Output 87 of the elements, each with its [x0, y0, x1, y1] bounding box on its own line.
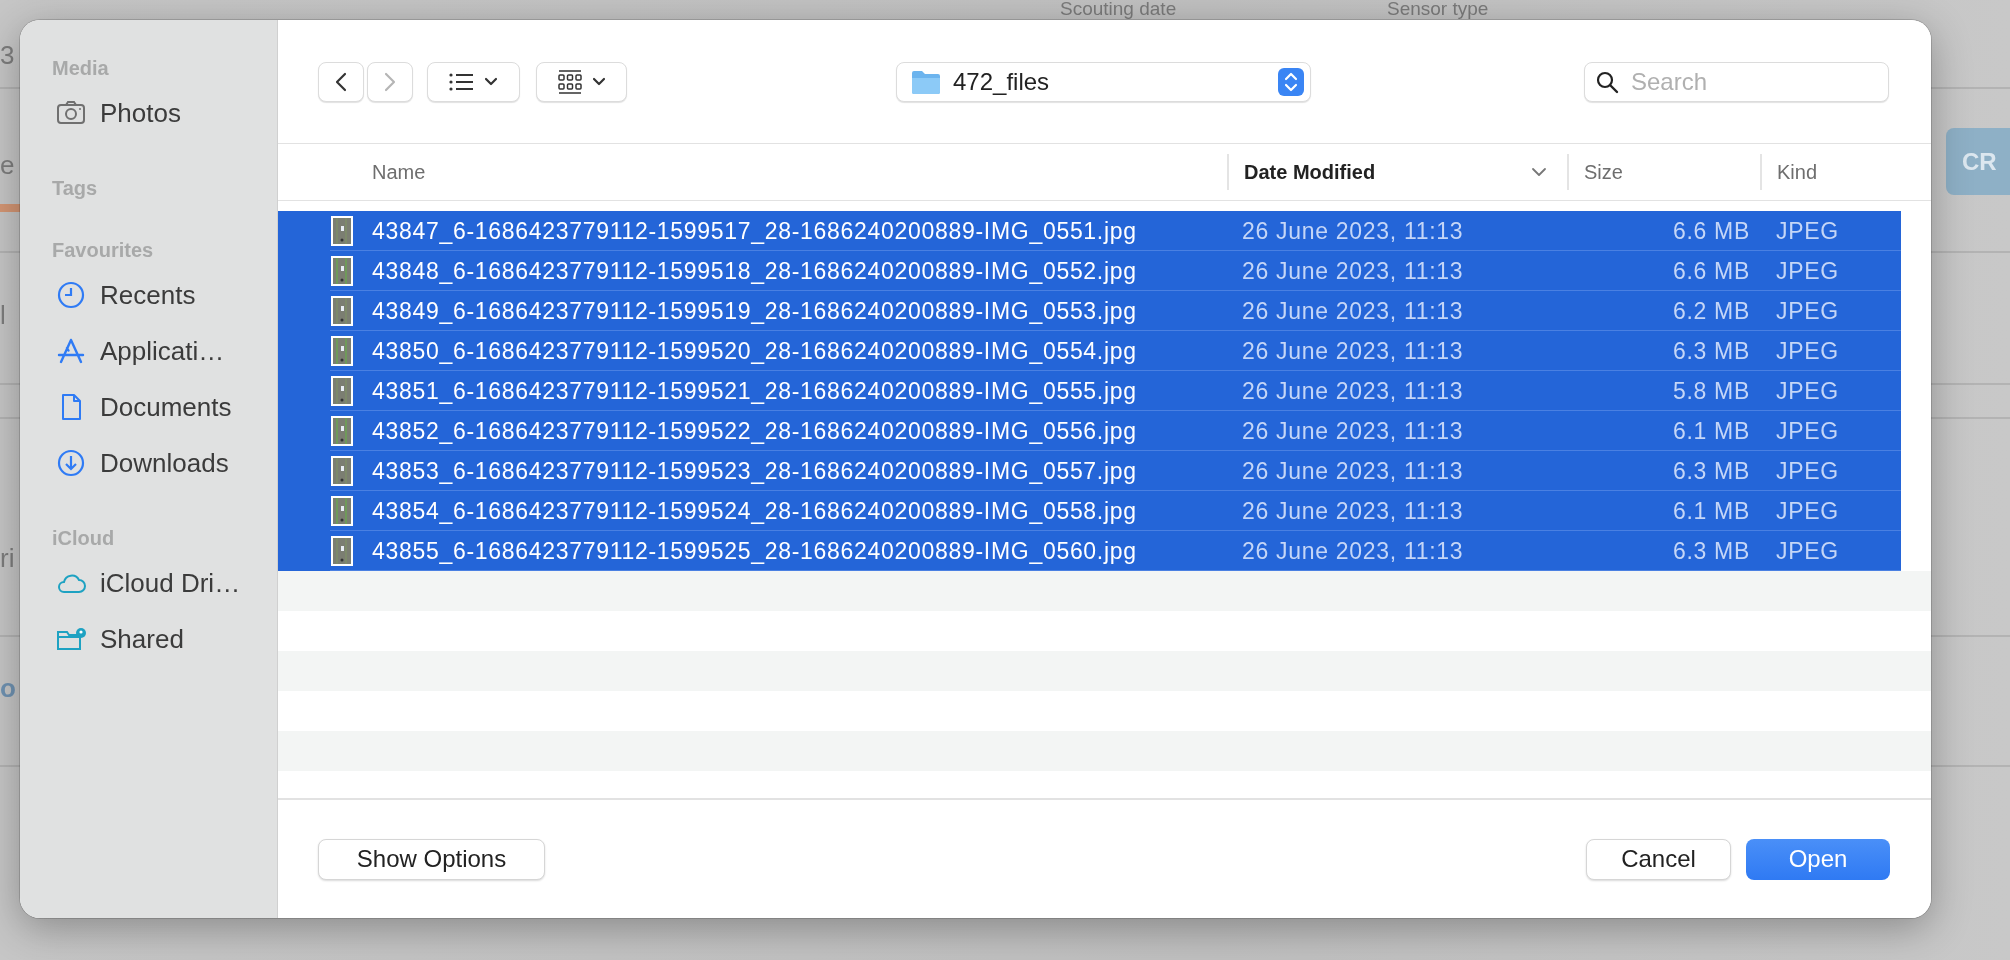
file-kind: JPEG [1775, 537, 1840, 565]
section-heading: Media [52, 56, 110, 81]
date-modified: 26 June 2023, 11:13 [1241, 537, 1465, 565]
file-kind: JPEG [1775, 297, 1840, 325]
sidebar-item[interactable]: Recents [20, 267, 277, 323]
section-heading: iCloud [52, 526, 116, 551]
column-header[interactable]: Name [372, 154, 1227, 190]
file-kind: JPEG [1775, 377, 1840, 405]
file-kind: JPEG [1775, 497, 1840, 525]
file-name: 43847_6-1686423779112-1599517_28-1686240200889-IMG_0551.jpg [372, 217, 1138, 245]
file-size: 6.3 MB [1671, 457, 1751, 485]
clock-icon [56, 280, 86, 310]
column-header[interactable]: Kind [1760, 154, 1901, 190]
cancel-button[interactable]: Cancel [1586, 838, 1731, 880]
file-row[interactable]: 43851_6-1686423779112-1599521_28-1686240200889-IMG_0555.jpg 26 June 2023, 11:13 5.8 MB JPEG [278, 371, 1901, 411]
file-row[interactable]: 43852_6-1686423779112-1599522_28-1686240200889-IMG_0556.jpg 26 June 2023, 11:13 6.1 MB JPEG [278, 411, 1901, 451]
sidebar-item[interactable]: iCloud Dri… [20, 555, 277, 611]
file-kind: JPEG [1775, 337, 1840, 365]
section-heading: Tags [52, 176, 99, 201]
file-kind: JPEG [1775, 417, 1840, 445]
file-kind: JPEG [1775, 217, 1840, 245]
grid-icon [557, 69, 582, 94]
date-modified: 26 June 2023, 11:13 [1241, 297, 1465, 325]
group-button[interactable] [536, 61, 627, 102]
folder-icon [911, 68, 941, 95]
file-name: 43848_6-1686423779112-1599518_28-1686240200889-IMG_0552.jpg [372, 257, 1138, 285]
text-fragment: l [0, 300, 6, 331]
text-fragment: 3 [0, 40, 15, 71]
section-heading: Favourites [52, 238, 155, 263]
file-name: 43855_6-1686423779112-1599525_28-1686240200889-IMG_0560.jpg [372, 537, 1138, 565]
sidebar-item[interactable]: Documents [20, 379, 277, 435]
chevron-down-icon [1531, 167, 1547, 177]
show-options-button[interactable]: Show Options [318, 838, 545, 880]
stepper-icon [1278, 67, 1304, 96]
file-row[interactable]: 43850_6-1686423779112-1599520_28-1686240200889-IMG_0554.jpg 26 June 2023, 11:13 6.3 MB JPEG [278, 331, 1901, 371]
chevron-right-icon [382, 70, 398, 93]
file-kind: JPEG [1775, 457, 1840, 485]
list-icon [449, 71, 474, 92]
date-modified: 26 June 2023, 11:13 [1241, 457, 1465, 485]
text-fragment: e [0, 150, 15, 181]
file-name: 43852_6-1686423779112-1599522_28-1686240200889-IMG_0556.jpg [372, 417, 1138, 445]
search-field[interactable]: Search [1584, 61, 1889, 102]
file-size: 6.3 MB [1671, 537, 1751, 565]
download-icon [56, 448, 86, 478]
file-row[interactable]: 43847_6-1686423779112-1599517_28-1686240200889-IMG_0551.jpg 26 June 2023, 11:13 6.6 MB JPEG [278, 211, 1901, 251]
file-row[interactable]: 43855_6-1686423779112-1599525_28-1686240200889-IMG_0560.jpg 26 June 2023, 11:13 6.3 MB JPEG [278, 531, 1901, 571]
back-button[interactable] [318, 61, 364, 102]
file-size: 5.8 MB [1671, 377, 1751, 405]
open-button[interactable]: Open [1746, 838, 1890, 880]
file-name: 43854_6-1686423779112-1599524_28-1686240200889-IMG_0558.jpg [372, 497, 1138, 525]
file-size: 6.1 MB [1671, 417, 1751, 445]
caret-icon [484, 77, 498, 86]
file-name: 43850_6-1686423779112-1599520_28-1686240200889-IMG_0554.jpg [372, 337, 1138, 365]
file-row[interactable]: 43849_6-1686423779112-1599519_28-1686240200889-IMG_0553.jpg 26 June 2023, 11:13 6.2 MB JPEG [278, 291, 1901, 331]
location-dropdown[interactable]: 472_files [896, 61, 1311, 102]
file-size: 6.2 MB [1671, 297, 1751, 325]
date-modified: 26 June 2023, 11:13 [1241, 497, 1465, 525]
file-name: 43849_6-1686423779112-1599519_28-1686240200889-IMG_0553.jpg [372, 297, 1138, 325]
chevron-left-icon [333, 70, 349, 93]
file-size: 6.3 MB [1671, 337, 1751, 365]
sidebar-item[interactable]: Photos [20, 85, 277, 141]
date-modified: 26 June 2023, 11:13 [1241, 217, 1465, 245]
column-header: Sensor type [1387, 0, 1489, 20]
search-icon [1596, 70, 1619, 94]
file-kind: JPEG [1775, 257, 1840, 285]
file-size: 6.6 MB [1671, 257, 1751, 285]
file-name: 43853_6-1686423779112-1599523_28-1686240200889-IMG_0557.jpg [372, 457, 1138, 485]
text-fragment: ri [0, 543, 15, 574]
file-name: 43851_6-1686423779112-1599521_28-1686240200889-IMG_0555.jpg [372, 377, 1138, 405]
file-size: 6.6 MB [1671, 217, 1751, 245]
date-modified: 26 June 2023, 11:13 [1241, 377, 1465, 405]
column-header: Scouting date [1060, 0, 1177, 20]
file-row[interactable]: 43848_6-1686423779112-1599518_28-1686240200889-IMG_0552.jpg 26 June 2023, 11:13 6.6 MB JPEG [278, 251, 1901, 291]
view-options-button[interactable] [427, 61, 520, 102]
column-header[interactable]: Size [1567, 154, 1760, 190]
app-store-icon [56, 336, 86, 366]
date-modified: 26 June 2023, 11:13 [1241, 257, 1465, 285]
sidebar-item[interactable]: Downloads [20, 435, 277, 491]
date-modified: 26 June 2023, 11:13 [1241, 337, 1465, 365]
sidebar-item[interactable]: Applicati… [20, 323, 277, 379]
file-row[interactable]: 43854_6-1686423779112-1599524_28-1686240200889-IMG_0558.jpg 26 June 2023, 11:13 6.1 MB JPEG [278, 491, 1901, 531]
sidebar-item[interactable]: Shared [20, 611, 277, 667]
column-header[interactable]: Date Modified [1227, 154, 1567, 190]
file-row[interactable]: 43853_6-1686423779112-1599523_28-1686240200889-IMG_0557.jpg 26 June 2023, 11:13 6.3 MB JPEG [278, 451, 1901, 491]
file-size: 6.1 MB [1671, 497, 1751, 525]
caret-icon [591, 77, 606, 86]
date-modified: 26 June 2023, 11:13 [1241, 417, 1465, 445]
